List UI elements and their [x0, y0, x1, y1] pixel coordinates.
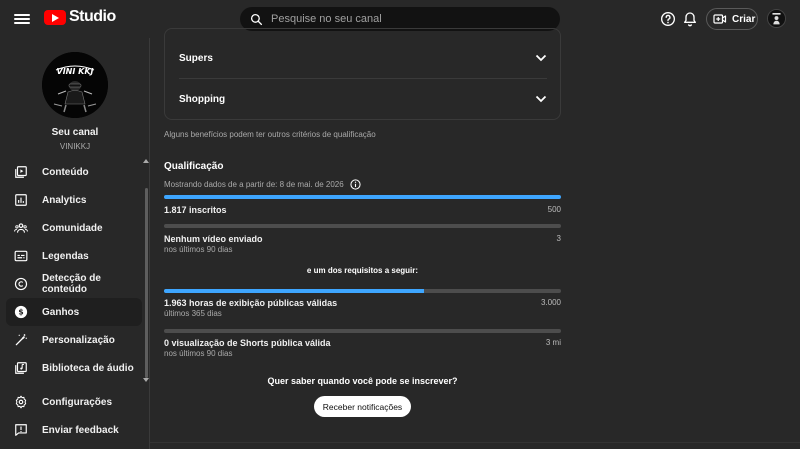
studio-logo[interactable]: Studio: [44, 8, 116, 26]
sidebar-item-label: Analytics: [42, 194, 87, 206]
audio-library-icon: [15, 362, 27, 374]
qualification-title: Qualificação: [164, 161, 224, 172]
section-divider: [150, 442, 800, 449]
progress-bar-shorts-views: [164, 329, 561, 333]
help-icon[interactable]: [660, 11, 676, 27]
benefits-card: Supers Shopping: [164, 28, 561, 120]
channel-avatar-image: VINI KKJ: [42, 52, 108, 118]
qualification-subtitle: Mostrando dados de a partir de: 8 de mai…: [164, 179, 361, 190]
sidebar-nav: Conteúdo Analytics Comunidade Legendas D…: [6, 158, 142, 382]
chevron-down-icon: [535, 95, 547, 103]
sidebar: VINI KKJ Seu canal VINIKKJ Conteúdo Anal…: [0, 38, 150, 449]
cta-text: Quer saber quando você pode se inscrever…: [267, 376, 458, 386]
benefit-row-shopping[interactable]: Shopping: [179, 79, 547, 119]
progress-fill: [164, 195, 561, 199]
create-label: Criar: [732, 13, 756, 25]
create-button[interactable]: Criar: [706, 8, 758, 30]
requirement-target: 3: [556, 234, 561, 243]
sidebar-item-label: Biblioteca de áudio: [42, 362, 134, 374]
sidebar-item-customization[interactable]: Personalização: [6, 326, 142, 354]
info-icon[interactable]: [350, 179, 361, 190]
benefit-label: Supers: [179, 52, 213, 64]
requirement-target: 3.000: [540, 298, 561, 307]
requirement-target: 3 mi: [545, 338, 561, 347]
youtube-play-icon: [44, 9, 66, 25]
progress-bar-videos: [164, 224, 561, 228]
subtitles-icon: [14, 250, 28, 262]
chevron-down-icon: [535, 54, 547, 62]
scroll-down-arrow-icon[interactable]: [143, 378, 149, 382]
copyright-icon: [14, 277, 28, 291]
create-video-icon: [713, 14, 727, 24]
account-avatar[interactable]: [767, 9, 786, 28]
sidebar-item-content-detection[interactable]: Detecção de conteúdo: [6, 270, 142, 298]
search-input[interactable]: [271, 13, 541, 25]
benefit-label: Shopping: [179, 93, 226, 105]
notifications-icon[interactable]: [682, 11, 698, 27]
search-icon: [250, 13, 263, 25]
channel-title: Seu canal: [51, 127, 99, 138]
sidebar-item-label: Configurações: [42, 396, 113, 408]
account-avatar-image: [768, 10, 785, 27]
progress-fill: [164, 289, 424, 293]
sidebar-item-community[interactable]: Comunidade: [6, 214, 142, 242]
requirement-sub: nos últimos 90 dias: [164, 349, 233, 358]
sidebar-item-label: Comunidade: [42, 222, 103, 234]
requirement-label: 1.963 horas de exibição públicas válidas: [164, 298, 338, 308]
sidebar-item-label: Ganhos: [42, 306, 80, 318]
scroll-up-arrow-icon[interactable]: [143, 159, 149, 163]
content-icon: [15, 166, 27, 178]
sidebar-item-audio-library[interactable]: Biblioteca de áudio: [6, 354, 142, 382]
requirement-label: 1.817 inscritos: [164, 205, 227, 215]
menu-icon[interactable]: [14, 11, 30, 27]
benefit-row-supers[interactable]: Supers: [179, 38, 547, 78]
sidebar-item-content[interactable]: Conteúdo: [6, 158, 142, 186]
requirement-sub: nos últimos 90 dias: [164, 245, 233, 254]
sidebar-item-feedback[interactable]: Enviar feedback: [6, 416, 142, 444]
sidebar-scrollbar[interactable]: [145, 188, 148, 378]
or-requirements-text: e um dos requisitos a seguir:: [306, 266, 419, 275]
qualification-date-text: Mostrando dados de a partir de: 8 de mai…: [164, 180, 344, 189]
settings-icon: [15, 395, 27, 409]
sidebar-item-earn[interactable]: $ Ganhos: [6, 298, 142, 326]
channel-avatar[interactable]: VINI KKJ: [42, 52, 108, 118]
feedback-icon: [15, 424, 27, 436]
benefits-note: Alguns benefícios podem ter outros crité…: [164, 130, 376, 139]
earn-icon: $: [14, 305, 28, 319]
notify-button[interactable]: Receber notificações: [314, 396, 411, 417]
avatar-logo-text: VINI KKJ: [57, 67, 94, 76]
sidebar-bottom-nav: Configurações Enviar feedback: [6, 388, 142, 444]
sidebar-item-label: Conteúdo: [42, 166, 89, 178]
requirement-target: 500: [547, 205, 561, 214]
channel-handle: VINIKKJ: [59, 142, 91, 151]
progress-bar-subscribers: [164, 195, 561, 199]
sidebar-item-settings[interactable]: Configurações: [6, 388, 142, 416]
analytics-icon: [15, 194, 27, 206]
sidebar-item-label: Detecção de conteúdo: [42, 273, 101, 295]
sidebar-item-subtitles[interactable]: Legendas: [6, 242, 142, 270]
community-icon: [14, 223, 28, 233]
sidebar-item-label: Legendas: [42, 250, 89, 262]
progress-bar-watch-hours: [164, 289, 561, 293]
sidebar-item-label: Enviar feedback: [42, 424, 119, 436]
requirement-label: 0 visualização de Shorts pública válida: [164, 338, 331, 348]
sidebar-item-analytics[interactable]: Analytics: [6, 186, 142, 214]
svg-text:$: $: [18, 308, 23, 317]
customization-icon: [15, 334, 27, 346]
sidebar-item-label: Personalização: [42, 334, 115, 346]
main-content: Supers Shopping Alguns benefícios podem …: [150, 28, 800, 449]
requirement-sub: últimos 365 dias: [164, 309, 222, 318]
logo-text: Studio: [69, 8, 116, 25]
requirement-label: Nenhum vídeo enviado: [164, 234, 263, 244]
